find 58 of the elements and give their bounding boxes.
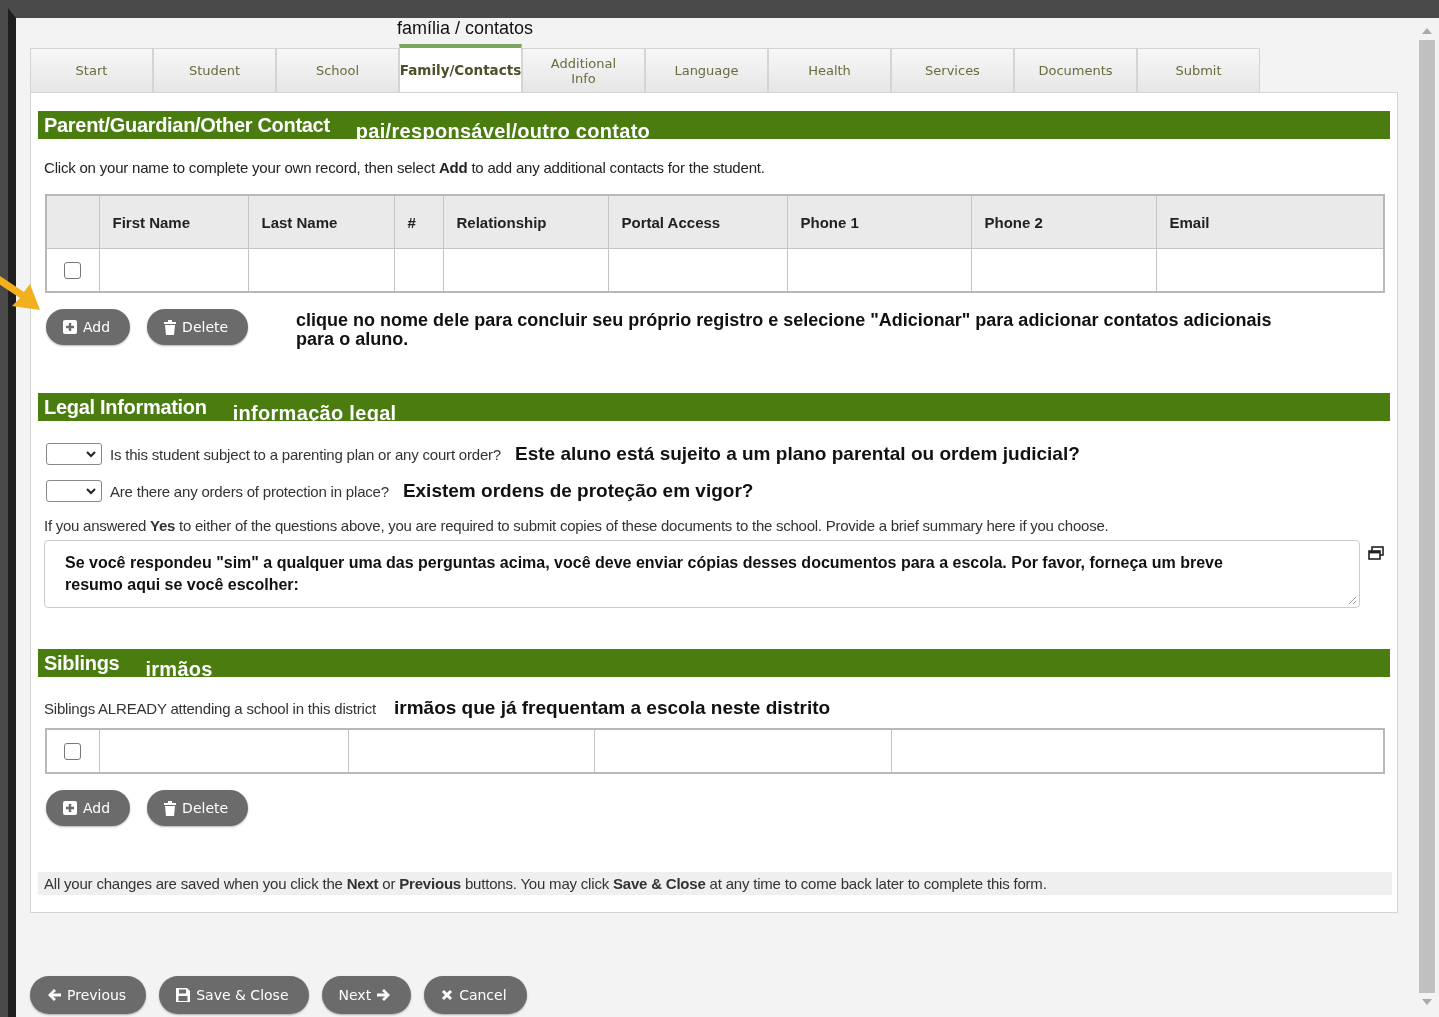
dropdown[interactable] xyxy=(46,443,102,465)
checkbox[interactable] xyxy=(64,262,82,280)
tab-translation: família / contatos xyxy=(397,18,534,38)
trash-icon xyxy=(164,800,177,816)
caption-translation: irmãos que já frequentam a escola neste distrito xyxy=(394,697,831,719)
save-close-button[interactable]: Save & Close xyxy=(159,976,309,1014)
summary-field[interactable]: Se você respondeu "sim" a qualquer uma das perguntas acima, você deve enviar cópias desses documentos para a escola. Por favor, forneça um breve resumo aqui se você escolher: xyxy=(44,540,1360,608)
dropdown[interactable] xyxy=(46,480,102,502)
section-translation: irmãos xyxy=(145,659,213,679)
column-header: Phone 1 xyxy=(787,195,971,249)
plus-icon xyxy=(63,320,77,334)
chevron-down-icon xyxy=(86,450,96,458)
section-title: Siblings xyxy=(44,651,120,675)
tab[interactable]: Student xyxy=(153,48,276,92)
table-caption: Siblings ALREADY attending a school in this district xyxy=(44,700,376,717)
tab[interactable]: Start xyxy=(30,48,153,92)
checkbox[interactable] xyxy=(64,743,82,761)
section-title: Parent/Guardian/Other Contact xyxy=(44,113,330,137)
info-bar: All your changes are saved when you click the Next or Previous buttons. You may click Save & Close at any time to come back later to complete this form. xyxy=(38,872,1392,895)
section-title: Legal Information xyxy=(44,395,207,419)
instructions-text: Click on your name to complete your own record, then select Add to add any additional contacts for the student. xyxy=(44,159,766,176)
chevron-down-icon xyxy=(86,487,96,495)
delete-button[interactable]: Delete xyxy=(147,309,249,345)
close-icon xyxy=(441,989,454,1001)
tab[interactable]: Additional Info xyxy=(522,48,645,92)
column-header: Phone 2 xyxy=(971,195,1156,249)
column-header: First Name xyxy=(99,195,248,249)
cancel-button[interactable]: Cancel xyxy=(424,976,527,1014)
tab[interactable]: Submit xyxy=(1137,48,1260,92)
next-button[interactable]: Next xyxy=(321,976,412,1014)
tab[interactable]: Family/Contacts xyxy=(399,44,522,92)
question-translation: Existem ordens de proteção em vigor? xyxy=(402,480,754,502)
column-header: Portal Access xyxy=(608,195,787,249)
tab[interactable]: Documents xyxy=(1014,48,1137,92)
previous-button[interactable]: Previous xyxy=(30,976,147,1014)
add-button[interactable]: Add xyxy=(46,790,131,826)
arrow-left-icon xyxy=(47,988,61,1002)
delete-button[interactable]: Delete xyxy=(147,790,249,826)
plus-icon xyxy=(63,801,77,815)
question-translation: Este aluno está sujeito a um plano parental ou ordem judicial? xyxy=(515,443,1080,465)
column-header: Last Name xyxy=(248,195,394,249)
tab[interactable]: Services xyxy=(891,48,1014,92)
add-button[interactable]: Add xyxy=(46,309,131,345)
trash-icon xyxy=(164,319,177,335)
resize-handle-icon[interactable] xyxy=(1347,595,1357,605)
arrow-right-icon xyxy=(377,988,392,1002)
instructions-text: If you answered Yes to either of the questions above, you are required to submit copies of these documents to the school. Provide a brief summary here if you choose. xyxy=(44,517,1110,534)
tab[interactable]: School xyxy=(276,48,399,92)
column-header: Email xyxy=(1156,195,1384,249)
expand-window-icon[interactable] xyxy=(1368,546,1384,560)
section-translation: pai/responsável/outro contato xyxy=(355,121,651,141)
question-text: Are there any orders of protection in place? xyxy=(110,482,389,500)
translation-note: clique no nome dele para concluir seu próprio registro e selecione "Adicionar" para adicionar contatos adicionais para o aluno. xyxy=(296,311,1273,349)
column-header: Relationship xyxy=(443,195,608,249)
column-header: # xyxy=(394,195,443,249)
tab[interactable]: Language xyxy=(645,48,768,92)
question-text: Is this student subject to a parenting plan or any court order? xyxy=(110,445,501,463)
tab[interactable]: Health xyxy=(768,48,891,92)
